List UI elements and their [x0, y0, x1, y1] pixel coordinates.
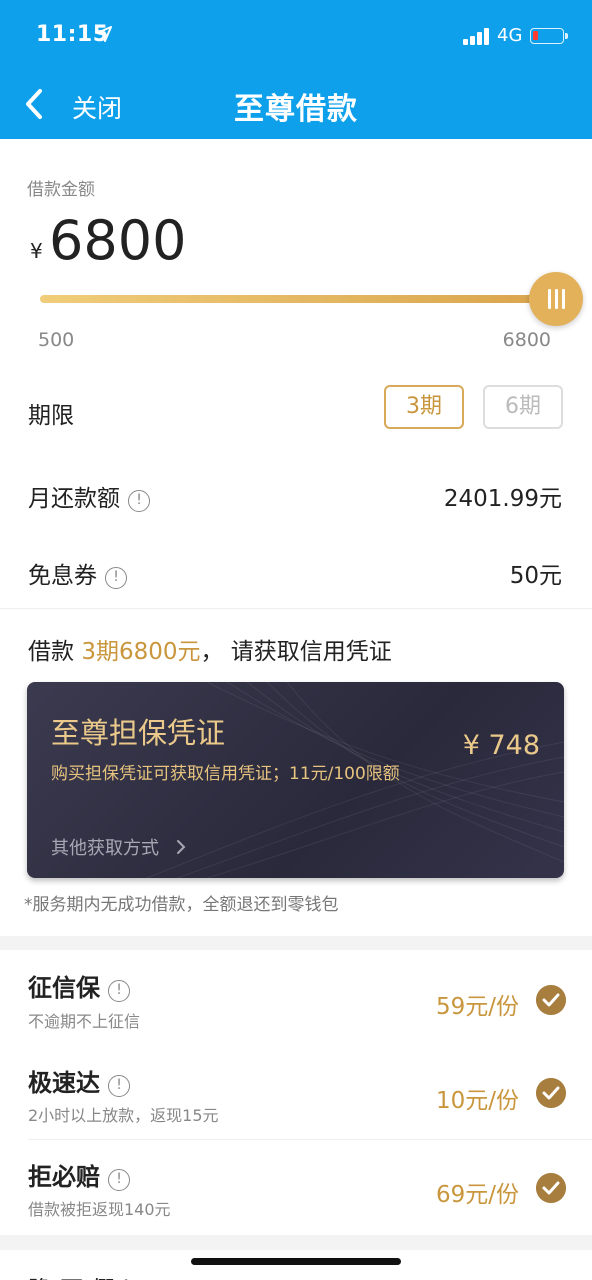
voucher-description: 购买担保凭证可获取信用凭证；11元/100限额 — [51, 764, 400, 784]
info-icon[interactable]: ! — [105, 567, 127, 589]
partial-row-label: 隐 再 假 h — [28, 1270, 138, 1280]
amount-slider-track[interactable] — [40, 295, 560, 303]
service-subtitle: 不逾期不上征信 — [28, 1012, 141, 1031]
loan-card: 借款金额 ¥ 6800 500 6800 期限 3期 6期 月还款额! 2401… — [0, 139, 592, 936]
service-title: 极速达! — [28, 1063, 130, 1098]
refund-note: *服务期内无成功借款，全额退还到零钱包 — [24, 895, 339, 915]
voucher-price: ¥ 748 — [462, 730, 540, 761]
home-indicator[interactable] — [191, 1258, 401, 1265]
coupon-label: 免息券 — [28, 563, 97, 589]
currency-symbol: ¥ — [30, 239, 43, 263]
services-card: 征信保! 不逾期不上征信 59元/份 极速达! 2小时以上放款，返现15元 10… — [0, 950, 592, 1235]
credit-prompt: 借款 3期6800元， 请获取信用凭证 — [28, 632, 392, 666]
service-title: 征信保! — [28, 968, 130, 1003]
other-methods-link[interactable]: 其他获取方式 — [51, 834, 187, 860]
coupon-value: 50元 — [509, 563, 562, 589]
check-icon[interactable] — [536, 1173, 566, 1203]
info-icon[interactable]: ! — [128, 490, 150, 512]
loan-amount: 6800 — [49, 209, 187, 272]
network-type: 4G — [497, 25, 523, 46]
chevron-right-icon — [176, 840, 186, 854]
battery-icon — [530, 28, 568, 44]
service-price: 59元/份 — [435, 994, 519, 1020]
signal-icon — [463, 27, 493, 45]
divider — [0, 608, 592, 609]
service-title-text: 拒必赔 — [28, 1163, 100, 1191]
nav-bar: 关闭 至尊借款 — [0, 70, 592, 139]
monthly-value: 2401.99元 — [443, 486, 562, 512]
credit-prompt-prefix: 借款 — [28, 639, 82, 665]
status-bar: 11:15 4G — [0, 0, 592, 70]
next-section: 隐 再 假 h — [0, 1250, 592, 1280]
header: 11:15 4G 关闭 至尊借款 — [0, 0, 592, 139]
other-methods-label: 其他获取方式 — [51, 838, 159, 859]
monthly-label: 月还款额 — [28, 486, 120, 512]
service-subtitle: 借款被拒返现140元 — [28, 1200, 171, 1219]
divider — [28, 1139, 592, 1140]
slider-min-label: 500 — [38, 329, 75, 351]
period-option-6[interactable]: 6期 — [483, 385, 563, 429]
credit-prompt-highlight: 3期6800元 — [81, 639, 201, 665]
info-icon[interactable]: ! — [108, 980, 130, 1002]
service-subtitle: 2小时以上放款，返现15元 — [28, 1106, 219, 1125]
info-icon[interactable]: ! — [108, 1075, 130, 1097]
coupon-row: 免息券! — [28, 556, 127, 590]
page-title: 至尊借款 — [234, 92, 358, 127]
amount-label: 借款金额 — [27, 180, 95, 200]
service-title-text: 征信保 — [28, 974, 100, 1002]
service-title: 拒必赔! — [28, 1157, 130, 1192]
amount-slider-handle[interactable] — [529, 272, 583, 326]
credit-prompt-suffix: ， 请获取信用凭证 — [200, 639, 392, 665]
period-option-3[interactable]: 3期 — [384, 385, 464, 429]
voucher-title: 至尊担保凭证 — [51, 716, 226, 750]
period-label: 期限 — [28, 403, 74, 429]
guarantee-voucher-card[interactable]: 至尊担保凭证 购买担保凭证可获取信用凭证；11元/100限额 ¥ 748 其他获… — [27, 682, 564, 878]
location-arrow-icon — [96, 26, 112, 42]
service-price: 69元/份 — [435, 1182, 519, 1208]
monthly-row: 月还款额! — [28, 479, 150, 513]
check-icon[interactable] — [536, 985, 566, 1015]
service-title-text: 极速达 — [28, 1069, 100, 1097]
info-icon[interactable]: ! — [108, 1169, 130, 1191]
service-price: 10元/份 — [435, 1088, 519, 1114]
check-icon[interactable] — [536, 1078, 566, 1108]
slider-max-label: 6800 — [502, 329, 551, 351]
